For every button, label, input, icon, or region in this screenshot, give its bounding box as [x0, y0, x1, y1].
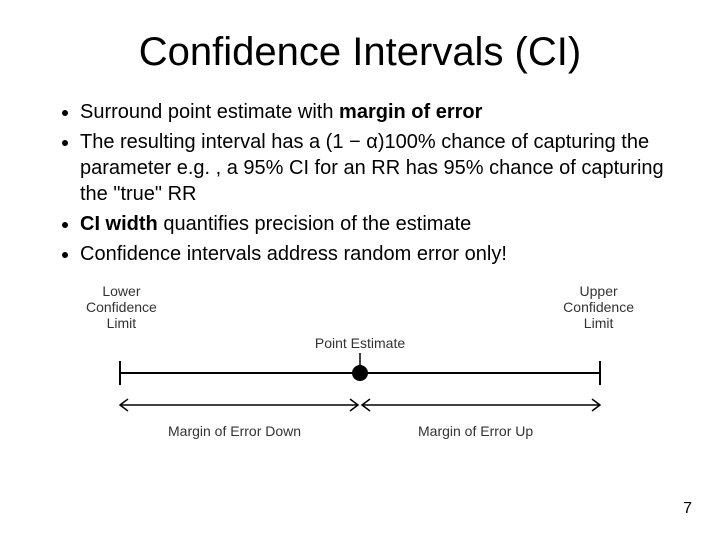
ci-diagram: Lower Confidence Limit Upper Confidence …	[80, 283, 640, 453]
bullet-text: Surround point estimate with	[80, 101, 339, 123]
lbl-line: Lower	[102, 283, 140, 299]
ci-line-graphic	[80, 343, 640, 423]
bullet-strong: CI width	[80, 213, 158, 235]
list-item: Confidence intervals address random erro…	[80, 241, 680, 267]
lbl-line: Confidence	[86, 299, 157, 315]
bullet-strong: margin of error	[339, 101, 482, 123]
bullet-text: quantifies precision of the estimate	[158, 213, 472, 235]
bullet-text: Confidence intervals address random erro…	[80, 243, 507, 265]
bullet-text: The resulting interval has a (1 − α)100%…	[80, 131, 664, 205]
lbl-line: Limit	[584, 315, 614, 331]
list-item: Surround point estimate with margin of e…	[80, 99, 680, 125]
list-item: The resulting interval has a (1 − α)100%…	[80, 129, 680, 207]
page-number: 7	[683, 500, 692, 518]
margin-down-label: Margin of Error Down	[168, 423, 301, 439]
margin-up-label: Margin of Error Up	[418, 423, 533, 439]
bullet-list: Surround point estimate with margin of e…	[40, 99, 680, 267]
lower-confidence-limit-label: Lower Confidence Limit	[86, 283, 157, 331]
page-title: Confidence Intervals (CI)	[40, 30, 680, 75]
lbl-line: Upper	[580, 283, 618, 299]
slide: Confidence Intervals (CI) Surround point…	[0, 0, 720, 540]
upper-confidence-limit-label: Upper Confidence Limit	[563, 283, 634, 331]
list-item: CI width quantifies precision of the est…	[80, 211, 680, 237]
lbl-line: Confidence	[563, 299, 634, 315]
lbl-line: Limit	[107, 315, 137, 331]
